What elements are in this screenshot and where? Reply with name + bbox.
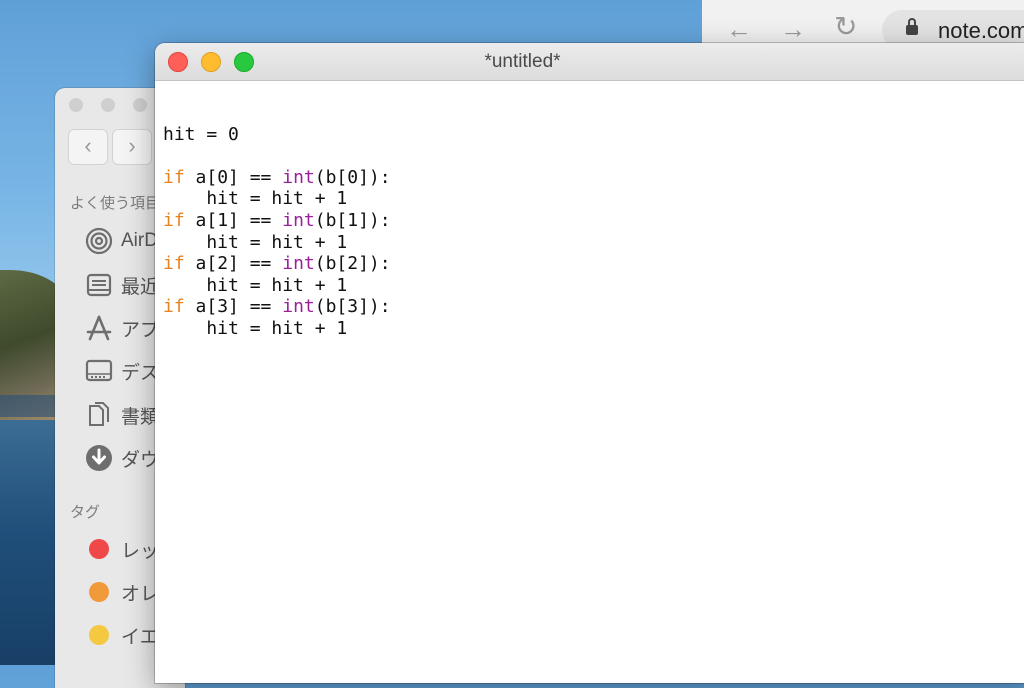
red-tag-icon bbox=[83, 534, 115, 564]
recents-icon bbox=[83, 270, 115, 300]
code-token: a[3] == bbox=[184, 296, 283, 318]
code-line: hit = 0 bbox=[163, 124, 391, 146]
address-url: note.com bbox=[938, 18, 1024, 43]
editor-titlebar[interactable]: *untitled* bbox=[155, 43, 1024, 81]
code-token: a[2] == bbox=[184, 253, 283, 275]
finder-minimize-button[interactable] bbox=[101, 98, 115, 112]
finder-close-button[interactable] bbox=[69, 98, 83, 112]
code-builtin: int bbox=[282, 253, 315, 275]
window-title: *untitled* bbox=[484, 51, 561, 72]
code-token: (b[1]): bbox=[314, 209, 391, 231]
finder-zoom-button[interactable] bbox=[133, 98, 147, 112]
code-line: hit = hit + 1 bbox=[163, 232, 391, 254]
code-keyword: if bbox=[163, 253, 185, 275]
code-token: a[0] == bbox=[184, 166, 283, 188]
desktop-icon bbox=[83, 356, 115, 386]
downloads-icon bbox=[83, 443, 115, 473]
code-line: if a[2] == int(b[2]): bbox=[163, 253, 391, 275]
code-token: hit = 0 bbox=[163, 123, 239, 145]
code-token: (b[0]): bbox=[314, 166, 391, 188]
code-line: if a[1] == int(b[1]): bbox=[163, 210, 391, 232]
applications-icon bbox=[83, 313, 115, 343]
finder-forward-button[interactable]: › bbox=[112, 129, 152, 165]
code-token: (b[2]): bbox=[314, 253, 391, 275]
reload-icon[interactable]: ↻ bbox=[834, 13, 857, 41]
code-line: hit = hit + 1 bbox=[163, 275, 391, 297]
finder-back-button[interactable]: ‹ bbox=[68, 129, 108, 165]
code-line: hit = hit + 1 bbox=[163, 318, 391, 340]
yellow-tag-icon bbox=[83, 620, 115, 650]
code-token: hit = hit + 1 bbox=[163, 231, 348, 253]
code-keyword: if bbox=[163, 296, 185, 318]
sidebar-item-label: 書類 bbox=[121, 406, 160, 428]
code-token: hit = hit + 1 bbox=[163, 317, 348, 339]
code-text-area[interactable]: hit = 0 if a[0] == int(b[0]): hit = hit +… bbox=[163, 102, 391, 340]
tags-section-label: タグ bbox=[70, 504, 101, 521]
code-builtin: int bbox=[282, 166, 315, 188]
orange-tag-icon bbox=[83, 577, 115, 607]
code-token: hit = hit + 1 bbox=[163, 274, 348, 296]
code-token: hit = hit + 1 bbox=[163, 188, 348, 210]
favorites-section-label: よく使う項目 bbox=[70, 195, 161, 212]
back-arrow-icon[interactable]: ← bbox=[726, 16, 752, 42]
code-line: if a[0] == int(b[0]): bbox=[163, 167, 391, 189]
code-line: hit = hit + 1 bbox=[163, 188, 391, 210]
code-line: if a[3] == int(b[3]): bbox=[163, 296, 391, 318]
forward-arrow-icon[interactable]: → bbox=[780, 16, 806, 42]
code-builtin: int bbox=[282, 209, 315, 231]
code-keyword: if bbox=[163, 209, 185, 231]
lock-icon bbox=[906, 18, 918, 35]
sidebar-item-documents[interactable]: 書類 bbox=[83, 400, 159, 430]
code-keyword: if bbox=[163, 166, 185, 188]
code-builtin: int bbox=[282, 296, 315, 318]
code-token: a[1] == bbox=[184, 209, 283, 231]
airdrop-icon bbox=[83, 226, 115, 256]
documents-icon bbox=[83, 400, 115, 430]
editor-window[interactable]: *untitled* hit = 0 if a[0] == int(b[0]): … bbox=[155, 43, 1024, 683]
code-token: (b[3]): bbox=[314, 296, 391, 318]
